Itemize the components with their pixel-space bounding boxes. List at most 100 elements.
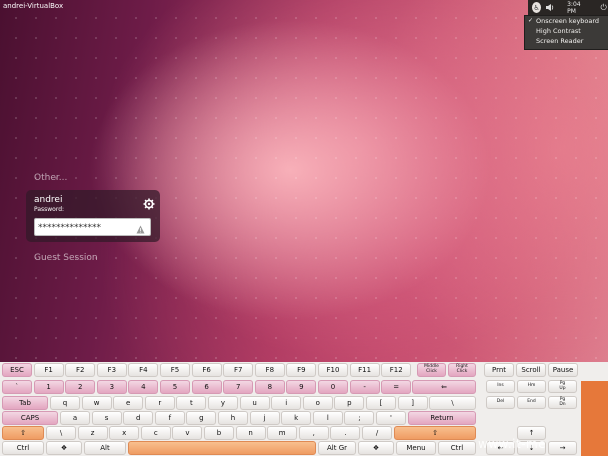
key-right[interactable]: → bbox=[548, 441, 577, 455]
key-shift-right[interactable]: ⇧ bbox=[394, 426, 476, 440]
key-backtick[interactable]: ` bbox=[2, 380, 32, 394]
key-space[interactable] bbox=[128, 441, 316, 455]
menu-item-onscreen-keyboard[interactable]: Onscreen keyboard bbox=[536, 17, 599, 25]
key-super-left[interactable]: ❖ bbox=[46, 441, 82, 455]
key-tab[interactable]: Tab bbox=[2, 396, 48, 410]
key-n[interactable]: n bbox=[235, 426, 266, 440]
key-j[interactable]: j bbox=[249, 411, 280, 425]
key-backslash2[interactable]: \ bbox=[46, 426, 76, 440]
key-ctrl-right[interactable]: Ctrl bbox=[438, 441, 476, 455]
accessibility-icon[interactable]: ♿ bbox=[532, 2, 542, 13]
key-q[interactable]: q bbox=[50, 396, 80, 410]
menu-item-screen-reader[interactable]: Screen Reader bbox=[536, 37, 583, 45]
key-0[interactable]: 0 bbox=[318, 380, 348, 394]
key-f8[interactable]: F8 bbox=[254, 363, 285, 377]
key-g[interactable]: g bbox=[186, 411, 217, 425]
volume-icon[interactable] bbox=[545, 2, 567, 13]
key-f1[interactable]: F1 bbox=[33, 363, 64, 377]
key-f3[interactable]: F3 bbox=[96, 363, 127, 377]
key-scroll[interactable]: Scroll bbox=[516, 363, 546, 377]
key-.[interactable]: . bbox=[330, 426, 361, 440]
key-][interactable]: ] bbox=[397, 396, 428, 410]
key-8[interactable]: 8 bbox=[254, 380, 285, 394]
key-f2[interactable]: F2 bbox=[65, 363, 96, 377]
password-input[interactable]: ************** bbox=[34, 218, 151, 236]
key-shift-left[interactable]: ⇧ bbox=[2, 426, 44, 440]
guest-session-entry[interactable]: Guest Session bbox=[34, 253, 98, 263]
key-/[interactable]: / bbox=[362, 426, 392, 440]
key-pgdn[interactable]: Pg Dn bbox=[548, 396, 577, 409]
key-=[interactable]: = bbox=[381, 380, 412, 394]
key-print[interactable]: Prnt bbox=[484, 363, 514, 377]
key-h[interactable]: h bbox=[218, 411, 248, 425]
other-user-entry[interactable]: Other... bbox=[34, 173, 67, 183]
key-,[interactable]: , bbox=[298, 426, 329, 440]
key-v[interactable]: v bbox=[172, 426, 203, 440]
key-w[interactable]: w bbox=[81, 396, 112, 410]
key-c[interactable]: c bbox=[140, 426, 171, 440]
key-l[interactable]: l bbox=[312, 411, 343, 425]
key--[interactable]: - bbox=[349, 380, 380, 394]
key-f12[interactable]: F12 bbox=[381, 363, 412, 377]
key-5[interactable]: 5 bbox=[160, 380, 190, 394]
key-f[interactable]: f bbox=[154, 411, 185, 425]
gear-icon[interactable] bbox=[143, 195, 155, 210]
key-4[interactable]: 4 bbox=[128, 380, 159, 394]
key-9[interactable]: 9 bbox=[286, 380, 317, 394]
key-f11[interactable]: F11 bbox=[349, 363, 380, 377]
key-f5[interactable]: F5 bbox=[160, 363, 190, 377]
key-ins[interactable]: Ins bbox=[486, 380, 515, 393]
menu-item-high-contrast[interactable]: High Contrast bbox=[536, 27, 581, 35]
key-label: Click bbox=[426, 369, 437, 374]
key-y[interactable]: y bbox=[208, 396, 238, 410]
wallpaper-pattern bbox=[0, 0, 608, 362]
key-f9[interactable]: F9 bbox=[286, 363, 317, 377]
key-2[interactable]: 2 bbox=[65, 380, 96, 394]
key-e[interactable]: e bbox=[113, 396, 144, 410]
key-7[interactable]: 7 bbox=[223, 380, 254, 394]
key-middle-click[interactable]: Middle Click bbox=[417, 363, 446, 377]
key-menu[interactable]: Menu bbox=[396, 441, 436, 455]
key-f4[interactable]: F4 bbox=[128, 363, 159, 377]
key-f7[interactable]: F7 bbox=[223, 363, 254, 377]
key-;[interactable]: ; bbox=[344, 411, 375, 425]
key-f10[interactable]: F10 bbox=[318, 363, 348, 377]
key-backspace[interactable]: ⇐ bbox=[412, 380, 476, 394]
power-icon[interactable]: ⏻ bbox=[600, 3, 608, 12]
key-s[interactable]: s bbox=[91, 411, 122, 425]
key-altgr[interactable]: Alt Gr bbox=[318, 441, 356, 455]
key-a[interactable]: a bbox=[60, 411, 90, 425]
key-z[interactable]: z bbox=[77, 426, 108, 440]
clock[interactable]: 3:04 PM bbox=[567, 1, 587, 15]
key-esc[interactable]: ESC bbox=[2, 363, 32, 377]
key-i[interactable]: i bbox=[271, 396, 302, 410]
key-d[interactable]: d bbox=[123, 411, 154, 425]
key-u[interactable]: u bbox=[239, 396, 270, 410]
key-'[interactable]: ' bbox=[376, 411, 406, 425]
key-t[interactable]: t bbox=[176, 396, 207, 410]
key-del[interactable]: Del bbox=[486, 396, 515, 409]
key-1[interactable]: 1 bbox=[33, 380, 64, 394]
key-m[interactable]: m bbox=[267, 426, 298, 440]
key-pause[interactable]: Pause bbox=[548, 363, 578, 377]
key-b[interactable]: b bbox=[204, 426, 234, 440]
key-x[interactable]: x bbox=[109, 426, 140, 440]
key-pgup[interactable]: Pg Up bbox=[548, 380, 577, 393]
key-[[interactable]: [ bbox=[366, 396, 396, 410]
key-home[interactable]: Hm bbox=[517, 380, 546, 393]
key-p[interactable]: p bbox=[334, 396, 365, 410]
key-ctrl-left[interactable]: Ctrl bbox=[2, 441, 44, 455]
key-caps[interactable]: CAPS bbox=[2, 411, 58, 425]
key-6[interactable]: 6 bbox=[191, 380, 222, 394]
key-right-click[interactable]: Right Click bbox=[448, 363, 476, 377]
key-super-right[interactable]: ❖ bbox=[358, 441, 394, 455]
key-end[interactable]: End bbox=[517, 396, 546, 409]
key-backslash[interactable]: \ bbox=[429, 396, 476, 410]
key-return[interactable]: Return bbox=[408, 411, 476, 425]
key-r[interactable]: r bbox=[144, 396, 175, 410]
key-f6[interactable]: F6 bbox=[191, 363, 222, 377]
key-k[interactable]: k bbox=[281, 411, 312, 425]
key-o[interactable]: o bbox=[302, 396, 333, 410]
key-alt[interactable]: Alt bbox=[84, 441, 126, 455]
key-3[interactable]: 3 bbox=[96, 380, 127, 394]
